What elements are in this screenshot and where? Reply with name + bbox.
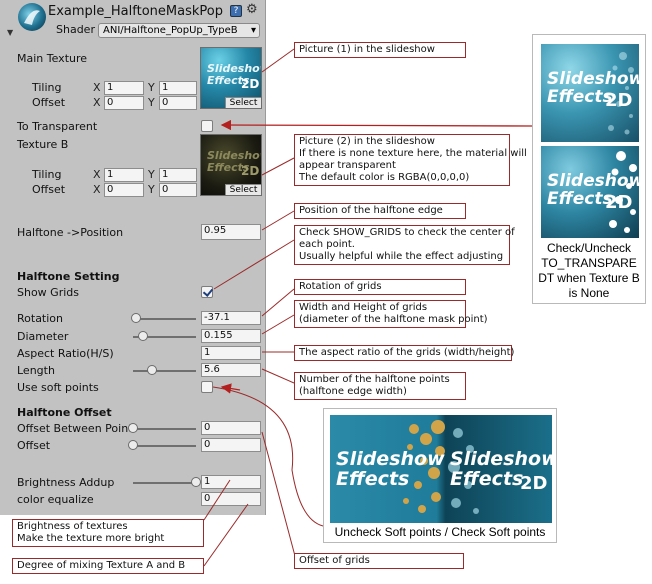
callout-picture2-l2: If there is none texture here, the mater… bbox=[299, 148, 527, 159]
callout-picture2-l4: The default color is RGBA(0,0,0,0) bbox=[299, 172, 470, 183]
callout-rotation: Rotation of grids bbox=[294, 279, 466, 295]
callout-position-text: Position of the halftone edge bbox=[299, 205, 443, 216]
soft-right-text-2d: 2D bbox=[520, 473, 547, 494]
soft-points-preview-image: Slideshow Effects Slideshow Effects 2D bbox=[330, 415, 552, 523]
callout-offset-grids: Offset of grids bbox=[294, 553, 464, 569]
transparent-caption-l3: DT when Texture B bbox=[538, 271, 640, 285]
soft-points-preview-box: Slideshow Effects Slideshow Effects 2D U… bbox=[323, 408, 557, 543]
preview-image-transparent: Slideshow Effects 2D bbox=[541, 146, 639, 238]
callout-brightness-l2: Make the texture more bright bbox=[17, 533, 165, 544]
callout-show-grids-l1: Check SHOW_GRIDS to check the center of bbox=[299, 227, 515, 238]
transparent-preview-box: Slideshow Effects 2D Slideshow Effects 2… bbox=[532, 34, 646, 304]
callout-picture2: Picture (2) in the slideshow If there is… bbox=[294, 134, 527, 186]
callout-diameter-l1: Width and Height of grids bbox=[299, 302, 428, 313]
callout-aspect-text: The aspect ratio of the grids (width/hei… bbox=[299, 347, 515, 358]
callout-picture2-l3: appear transparent bbox=[299, 160, 396, 171]
callout-length-l2: (halftone edge width) bbox=[299, 386, 407, 397]
soft-points-caption: Uncheck Soft points / Check Soft points bbox=[334, 525, 546, 539]
preview1-text-2d: 2D bbox=[605, 90, 632, 111]
callout-diameter: Width and Height of grids (diameter of t… bbox=[294, 300, 488, 328]
callout-show-grids-l3: Usually helpful while the effect adjusti… bbox=[299, 251, 504, 262]
preview1-text-slideshow: Slideshow bbox=[547, 69, 639, 89]
callout-show-grids-l2: each point. bbox=[299, 239, 355, 250]
transparent-caption: Check/Uncheck TO_TRANSPARE DT when Textu… bbox=[533, 241, 645, 301]
callout-diameter-l2: (diameter of the halftone mask point) bbox=[299, 314, 488, 325]
preview2-text-slideshow: Slideshow bbox=[547, 171, 639, 191]
soft-right-text-slideshow: Slideshow bbox=[450, 448, 552, 470]
callout-length: Number of the halftone points (halftone … bbox=[294, 372, 466, 400]
callout-mixing: Degree of mixing Texture A and B bbox=[12, 558, 204, 574]
callout-picture2-l1: Picture (2) in the slideshow bbox=[299, 136, 435, 147]
callout-position: Position of the halftone edge bbox=[294, 203, 466, 219]
callout-show-grids: Check SHOW_GRIDS to check the center of … bbox=[294, 225, 515, 265]
callout-brightness: Brightness of textures Make the texture … bbox=[12, 519, 204, 547]
soft-left-text-slideshow: Slideshow bbox=[336, 448, 445, 470]
callout-offset-grids-text: Offset of grids bbox=[299, 555, 370, 566]
callout-mixing-text: Degree of mixing Texture A and B bbox=[17, 560, 186, 571]
preview-image-opaque: Slideshow Effects 2D bbox=[541, 44, 639, 142]
callout-brightness-l1: Brightness of textures bbox=[17, 521, 128, 532]
callout-length-l1: Number of the halftone points bbox=[299, 374, 450, 385]
transparent-caption-l2: TO_TRANSPARE bbox=[541, 256, 637, 270]
callout-aspect: The aspect ratio of the grids (width/hei… bbox=[294, 345, 515, 361]
callout-rotation-text: Rotation of grids bbox=[299, 281, 382, 292]
transparent-caption-l1: Check/Uncheck bbox=[546, 241, 632, 255]
preview2-text-effects: Effects bbox=[547, 189, 613, 209]
transparent-caption-l4: is None bbox=[568, 286, 610, 300]
soft-left-text-effects: Effects bbox=[336, 468, 409, 490]
soft-right-text-effects: Effects bbox=[450, 468, 523, 490]
preview1-text-effects: Effects bbox=[547, 87, 613, 107]
preview2-text-2d: 2D bbox=[605, 192, 632, 213]
callout-picture1: Picture (1) in the slideshow bbox=[294, 42, 466, 58]
callout-picture1-text: Picture (1) in the slideshow bbox=[299, 44, 435, 55]
